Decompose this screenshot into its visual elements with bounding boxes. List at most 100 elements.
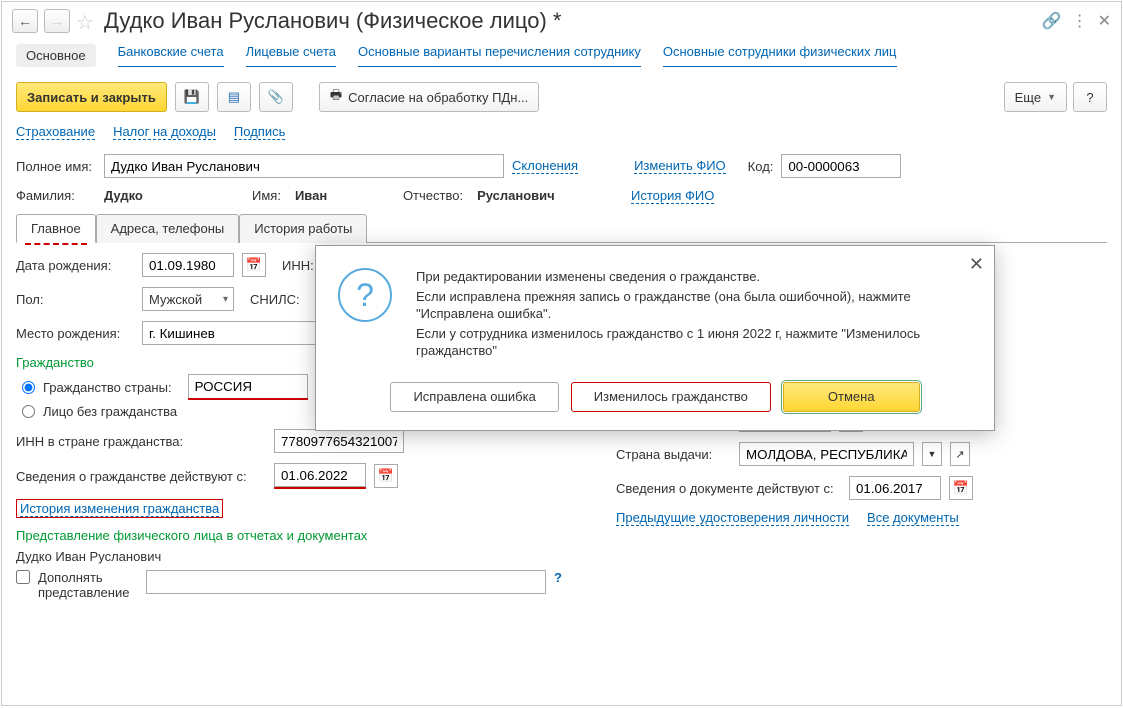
document-icon: ▤ [228, 89, 240, 105]
printer-icon: 🖶 [330, 86, 342, 108]
help-icon: ? [1086, 90, 1093, 105]
code-label: Код: [748, 159, 774, 174]
tab-work-history[interactable]: История работы [239, 214, 367, 243]
birth-date-label: Дата рождения: [16, 258, 134, 273]
link-citizenship-history[interactable]: История изменения гражданства [20, 501, 219, 517]
more-button[interactable]: Еще ▼ [1004, 82, 1067, 112]
favorite-star-icon[interactable]: ☆ [76, 10, 98, 32]
issuing-country-label: Страна выдачи: [616, 447, 731, 462]
dialog-cancel-button[interactable]: Отмена [783, 382, 920, 412]
citizenship-from-calendar-button[interactable]: 📅 [374, 464, 398, 488]
citizenship-country-label: Гражданство страны: [43, 380, 172, 395]
navtab-main-employees[interactable]: Основные сотрудники физических лиц [663, 44, 897, 67]
surname-label: Фамилия: [16, 188, 96, 203]
save-button[interactable]: 💾 [175, 82, 209, 112]
sex-value: Мужской [149, 292, 202, 307]
supplement-help-icon[interactable]: ? [554, 570, 562, 585]
representation-value: Дудко Иван Русланович [16, 549, 576, 564]
navtab-transfer-variants[interactable]: Основные варианты перечисления сотрудник… [358, 44, 641, 67]
window-title: Дудко Иван Русланович (Физическое лицо) … [104, 8, 561, 34]
link-insurance[interactable]: Страхование [16, 124, 95, 140]
active-tab-underline [25, 243, 87, 245]
citizenship-country-radio[interactable] [22, 381, 35, 394]
issuing-country-open-button[interactable]: ↗ [950, 442, 970, 466]
chevron-down-icon: ▼ [1047, 92, 1056, 102]
dialog-cancel-label: Отмена [828, 389, 875, 404]
close-icon[interactable]: ✕ [1098, 11, 1111, 31]
calendar-icon: 📅 [953, 480, 969, 496]
navtab-personal-accounts[interactable]: Лицевые счета [246, 44, 336, 67]
help-button[interactable]: ? [1073, 82, 1107, 112]
document-button[interactable]: ▤ [217, 82, 251, 112]
link-icon[interactable]: 🔗 [1042, 11, 1062, 31]
link-fio-history[interactable]: История ФИО [631, 188, 714, 204]
consent-label: Согласие на обработку ПДн... [348, 90, 528, 105]
inn-country-input[interactable] [274, 429, 404, 453]
issuing-country-dropdown-button[interactable]: ▼ [922, 442, 942, 466]
attachment-button[interactable]: 📎 [259, 82, 293, 112]
link-declensions[interactable]: Склонения [512, 158, 578, 174]
code-input[interactable] [781, 154, 901, 178]
sex-select[interactable]: Мужской [142, 287, 234, 311]
dialog-text-line3: Если у сотрудника изменилось гражданство… [416, 325, 966, 360]
more-vertical-icon[interactable]: ⋮ [1072, 11, 1088, 31]
tab-addresses[interactable]: Адреса, телефоны [96, 214, 240, 243]
no-citizenship-label: Лицо без гражданства [43, 404, 177, 419]
supplement-input[interactable] [146, 570, 546, 594]
link-signature[interactable]: Подпись [234, 124, 285, 140]
nav-forward-button[interactable]: → [44, 9, 70, 33]
dialog-changed-label: Изменилось гражданство [594, 389, 748, 404]
citizenship-change-dialog: ✕ ? При редактировании изменены сведения… [315, 245, 995, 431]
question-icon: ? [338, 268, 392, 322]
dialog-changed-button[interactable]: Изменилось гражданство [571, 382, 771, 412]
doc-from-label: Сведения о документе действуют с: [616, 481, 841, 496]
name-label: Имя: [252, 188, 281, 203]
tab-main[interactable]: Главное [16, 214, 96, 243]
inn-country-label: ИНН в стране гражданства: [16, 434, 266, 449]
calendar-icon: 📅 [378, 468, 394, 484]
doc-from-calendar-button[interactable]: 📅 [949, 476, 973, 500]
representation-header: Представление физического лица в отчетах… [16, 528, 576, 543]
more-label: Еще [1015, 90, 1041, 105]
dialog-close-button[interactable]: ✕ [969, 254, 984, 275]
link-previous-docs[interactable]: Предыдущие удостоверения личности [616, 510, 849, 526]
calendar-icon: 📅 [246, 257, 262, 273]
doc-from-input[interactable] [849, 476, 941, 500]
inn-label: ИНН: [282, 258, 314, 273]
issuing-country-input[interactable] [739, 442, 914, 466]
tab-main-label: Главное [31, 221, 81, 236]
navtab-main[interactable]: Основное [16, 44, 96, 67]
snils-label: СНИЛС: [250, 292, 300, 307]
dialog-text-line1: При редактировании изменены сведения о г… [416, 268, 966, 286]
supplement-label: Дополнять представление [38, 570, 138, 600]
navtab-bank[interactable]: Банковские счета [118, 44, 224, 67]
birth-date-calendar-button[interactable]: 📅 [242, 253, 266, 277]
birthplace-label: Место рождения: [16, 326, 134, 341]
citizenship-from-input[interactable] [274, 463, 366, 487]
link-change-fio[interactable]: Изменить ФИО [634, 158, 726, 174]
open-icon: ↗ [955, 448, 964, 461]
fullname-input[interactable] [104, 154, 504, 178]
save-and-close-button[interactable]: Записать и закрыть [16, 82, 167, 112]
no-citizenship-radio[interactable] [22, 405, 35, 418]
surname-value: Дудко [104, 188, 244, 203]
link-all-docs[interactable]: Все документы [867, 510, 959, 526]
consent-button[interactable]: 🖶 Согласие на обработку ПДн... [319, 82, 539, 112]
dialog-fix-label: Исправлена ошибка [413, 389, 535, 404]
citizenship-country-input[interactable] [188, 374, 308, 398]
dialog-fix-button[interactable]: Исправлена ошибка [390, 382, 558, 412]
citizenship-from-label: Сведения о гражданстве действуют с: [16, 469, 266, 484]
supplement-checkbox[interactable] [16, 570, 30, 584]
paperclip-icon: 📎 [268, 89, 284, 105]
sex-label: Пол: [16, 292, 134, 307]
birth-date-input[interactable] [142, 253, 234, 277]
citizenship-history-highlight: История изменения гражданства [16, 499, 223, 518]
dialog-text-line2: Если исправлена прежняя запись о граждан… [416, 288, 966, 323]
nav-back-button[interactable]: ← [12, 9, 38, 33]
patronymic-label: Отчество: [403, 188, 463, 203]
patronymic-value: Русланович [477, 188, 555, 203]
name-value: Иван [295, 188, 395, 203]
fullname-label: Полное имя: [16, 159, 96, 174]
link-income-tax[interactable]: Налог на доходы [113, 124, 216, 140]
save-and-close-label: Записать и закрыть [27, 90, 156, 105]
